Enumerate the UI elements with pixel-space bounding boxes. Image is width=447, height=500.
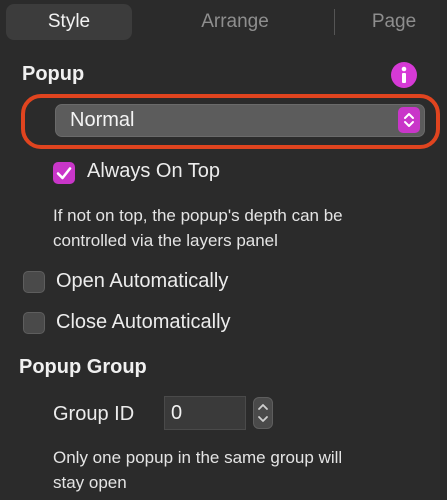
info-icon[interactable] (391, 62, 417, 88)
tab-style[interactable]: Style (6, 4, 132, 40)
popup-help-line-1: If not on top, the popup's depth can be (53, 206, 343, 225)
close-automatically-label: Close Automatically (56, 311, 231, 333)
open-automatically-label: Open Automatically (56, 270, 229, 292)
tab-page[interactable]: Page (348, 4, 440, 40)
section-title-popup: Popup (22, 63, 85, 85)
up-down-chevron-icon[interactable] (398, 107, 420, 133)
group-help-line-1: Only one popup in the same group will (53, 448, 343, 467)
checkmark-icon (56, 167, 72, 180)
always-on-top-label: Always On Top (87, 160, 221, 182)
group-id-stepper[interactable] (253, 397, 273, 429)
popup-help-line-2: controlled via the layers panel (53, 231, 278, 250)
tab-arrange[interactable]: Arrange (170, 4, 300, 40)
group-help-line-2: stay open (53, 473, 127, 492)
group-id-input[interactable]: 0 (164, 396, 246, 430)
tab-bar: Style Arrange Page (0, 0, 447, 44)
tab-divider (334, 9, 335, 35)
always-on-top-checkbox[interactable] (53, 162, 75, 184)
section-title-popup-group: Popup Group (19, 356, 147, 378)
close-automatically-checkbox[interactable] (23, 312, 45, 334)
open-automatically-checkbox[interactable] (23, 271, 45, 293)
group-id-label: Group ID (53, 403, 135, 425)
up-down-chevron-icon (258, 404, 268, 422)
popup-mode-value: Normal (70, 109, 135, 131)
popup-mode-select[interactable]: Normal (55, 104, 425, 137)
